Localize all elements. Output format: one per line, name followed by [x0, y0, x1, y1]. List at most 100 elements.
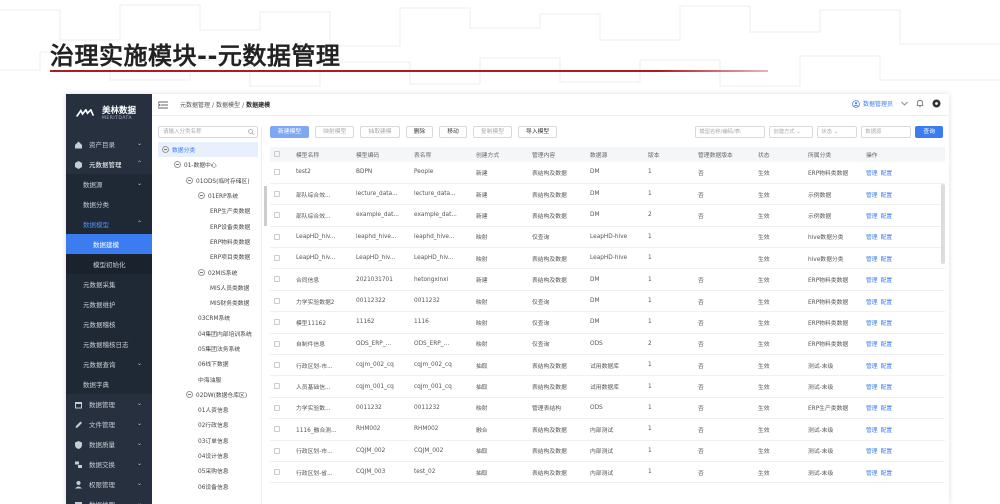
table-row[interactable]: 力学实验数据2 00112322 0011232 映射 仅查询 DM 1 否生效 ERP物料类数… — [270, 290, 945, 313]
config-link[interactable]: 配置 — [881, 214, 893, 220]
config-link[interactable]: 配置 — [881, 321, 893, 327]
menu-toggle-icon[interactable] — [158, 101, 168, 109]
row-select-cell[interactable] — [270, 268, 292, 291]
toolbar-button[interactable]: 移动 — [439, 126, 467, 138]
user-menu[interactable]: 数据管理员 — [852, 99, 893, 108]
tree-node[interactable]: 01ODS(临时存储区) — [158, 173, 258, 188]
config-link[interactable]: 配置 — [881, 278, 893, 284]
sidebar-item[interactable]: 数据管理 ⌄ — [66, 394, 152, 414]
table-row[interactable]: 部队综合效... example_dat... example_dat... 新建 表结… — [270, 204, 945, 227]
config-link[interactable]: 配置 — [881, 171, 893, 177]
sidebar-item[interactable]: 元数据采集 — [66, 274, 152, 294]
row-select-cell[interactable] — [270, 226, 292, 249]
breadcrumb-item[interactable]: 数据建模 — [246, 102, 270, 109]
tree-scrollbar[interactable] — [264, 186, 267, 226]
config-link[interactable]: 配置 — [881, 235, 893, 241]
table-row[interactable]: 力学实验数... 0011232 0011232 映射 管理表结构 ODS 1 否生效 ERP生… — [270, 397, 945, 420]
row-select-cell[interactable] — [270, 397, 292, 420]
row-checkbox[interactable] — [274, 319, 280, 326]
config-link[interactable]: 配置 — [881, 385, 893, 391]
row-checkbox[interactable] — [274, 276, 280, 283]
row-select-cell[interactable] — [270, 375, 292, 398]
select-all-header[interactable] — [270, 147, 292, 162]
sidebar-item[interactable]: 权限管理 ⌄ — [66, 474, 152, 494]
tree-node[interactable]: ERP生产类数据 — [158, 203, 258, 218]
row-select-cell[interactable] — [270, 311, 292, 334]
collapse-toggle-icon[interactable] — [162, 146, 169, 154]
row-select-cell[interactable] — [270, 333, 292, 356]
tree-node[interactable]: 01-数据中心 — [158, 157, 258, 172]
toolbar-button[interactable]: 抽取建模 — [360, 126, 400, 138]
row-select-cell[interactable] — [270, 204, 292, 227]
tree-node[interactable]: 02MIS系统 — [158, 264, 258, 279]
row-select-cell[interactable] — [270, 247, 292, 270]
checkbox[interactable] — [274, 151, 280, 158]
config-link[interactable]: 配置 — [881, 406, 893, 412]
tree-node[interactable]: 03CRM系统 — [158, 310, 258, 325]
config-link[interactable]: 配置 — [881, 428, 893, 434]
manage-link[interactable]: 管理 — [866, 471, 878, 477]
breadcrumb-item[interactable]: 数据模型 — [216, 102, 240, 109]
filter-input[interactable]: 数据源 — [861, 126, 912, 138]
config-link[interactable]: 配置 — [881, 449, 893, 455]
row-select-cell[interactable] — [270, 418, 292, 441]
search-button[interactable]: 查询 — [915, 126, 943, 138]
manage-link[interactable]: 管理 — [866, 385, 878, 391]
sidebar-item[interactable]: 数据模型 ⌃ — [66, 214, 152, 234]
toolbar-button[interactable]: 删除 — [405, 126, 434, 138]
tree-node[interactable]: 02DW(数据仓库区) — [158, 387, 258, 402]
tree-node[interactable]: 06线下数据 — [158, 356, 258, 371]
tree-node[interactable]: 03订单信息 — [158, 433, 258, 448]
tree-node[interactable]: ERP项目类数据 — [158, 249, 258, 264]
sidebar-item[interactable]: 数据质量 ⌄ — [66, 434, 152, 454]
row-select-cell[interactable] — [270, 290, 292, 313]
sidebar-item[interactable]: 数据建模 — [66, 234, 152, 254]
row-checkbox[interactable] — [274, 340, 280, 347]
toolbar-button[interactable]: 导入模型 — [518, 126, 558, 138]
table-row[interactable]: 行政区划-省... CQJM_003 test_02 抽取 表结构及数据 内部测试 1 否生效… — [270, 461, 945, 484]
manage-link[interactable]: 管理 — [866, 193, 878, 199]
sidebar-item[interactable]: 元数据维护 — [66, 294, 152, 314]
collapse-toggle-icon[interactable] — [186, 390, 193, 398]
table-row[interactable]: 人员基础信... cqjm_001_cq cqjm_001_cq 抽取 表结构及数据 试用… — [270, 375, 945, 398]
row-select-cell[interactable] — [270, 162, 292, 184]
tree-node[interactable]: 06设备信息 — [158, 479, 258, 494]
sidebar-item[interactable]: 元数据管理 ⌃ — [66, 154, 152, 174]
toolbar-button[interactable]: 新建模型 — [270, 126, 310, 138]
tree-node[interactable]: MIS财务类数据 — [158, 295, 258, 310]
sidebar-item[interactable]: 元数据稽核 — [66, 314, 152, 334]
row-checkbox[interactable] — [274, 383, 280, 390]
sidebar-item[interactable]: 数据交换 ⌄ — [66, 454, 152, 474]
toolbar-button[interactable]: 复制模型 — [472, 126, 513, 138]
settings-icon[interactable] — [932, 99, 941, 108]
table-row[interactable]: LeapHD_hiv... LeapHD_hiv... LeapHD_hiv... 映… — [270, 247, 945, 270]
row-checkbox[interactable] — [274, 447, 280, 454]
config-link[interactable]: 配置 — [881, 364, 893, 370]
toolbar-button[interactable]: 映射模型 — [315, 126, 355, 138]
tree-node[interactable]: 02行政信息 — [158, 417, 258, 432]
row-checkbox[interactable] — [274, 468, 280, 475]
tree-node[interactable]: 04集团内部培训系统 — [158, 326, 258, 341]
collapse-toggle-icon[interactable] — [198, 268, 205, 276]
row-checkbox[interactable] — [274, 190, 280, 197]
sidebar-item[interactable]: 数据地图 ⌄ — [66, 494, 152, 504]
sidebar-item[interactable]: 数据源 ⌄ — [66, 174, 152, 194]
sidebar-item[interactable]: 模型初始化 — [66, 254, 152, 274]
sidebar-item[interactable]: 数据分类 — [66, 194, 152, 214]
filter-input[interactable]: 状态 ⌄ — [817, 126, 858, 138]
config-link[interactable]: 配置 — [881, 193, 893, 199]
table-row[interactable]: 合同信息 2021031701 hetongxinxi 新建 表结构及数据 DM 1 否生效 E… — [270, 268, 945, 291]
filter-input[interactable]: 模型名称/编码/表ᵢ — [695, 126, 766, 138]
row-checkbox[interactable] — [274, 297, 280, 304]
sidebar-item[interactable]: 文件管理 ⌄ — [66, 414, 152, 434]
manage-link[interactable]: 管理 — [866, 406, 878, 412]
manage-link[interactable]: 管理 — [866, 300, 878, 306]
config-link[interactable]: 配置 — [881, 471, 893, 477]
manage-link[interactable]: 管理 — [866, 278, 878, 284]
table-scrollbar[interactable] — [941, 184, 945, 264]
filter-input[interactable]: 创建方式 ⌄ — [769, 126, 814, 138]
manage-link[interactable]: 管理 — [866, 428, 878, 434]
row-select-cell[interactable] — [270, 461, 292, 484]
breadcrumb-item[interactable]: 元数据管理 — [180, 102, 210, 109]
tree-node[interactable]: 01ERP系统 — [158, 188, 258, 203]
